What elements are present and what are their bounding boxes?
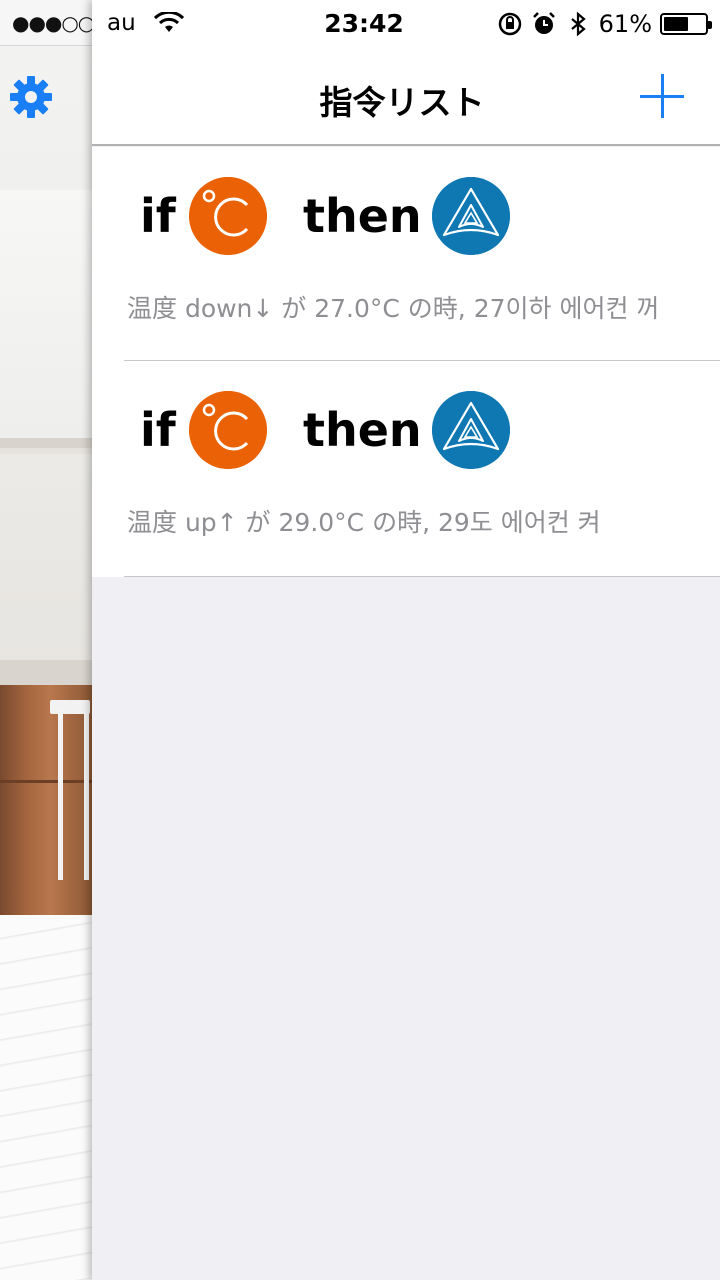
if-label: if bbox=[140, 403, 176, 457]
battery-icon bbox=[660, 13, 712, 35]
background-stool-leg bbox=[58, 710, 63, 880]
status-bar: au 23:42 61% bbox=[92, 0, 720, 46]
background-shelf bbox=[0, 660, 92, 688]
battery-level bbox=[664, 17, 689, 31]
background-status-strip: ●●●○○ bbox=[0, 0, 92, 46]
background-rail-shadow bbox=[0, 448, 92, 454]
then-label: then bbox=[303, 403, 422, 457]
rule-description: 温度 up↑ が 29.0°C の時, 29도 에어컨 켜 bbox=[127, 508, 601, 537]
page-title: 指令リスト bbox=[319, 83, 485, 122]
battery-nub bbox=[708, 21, 712, 29]
rule-list: if then 温度 down↓ が 27.0°C の時, 27이하 에어컨 꺼… bbox=[92, 147, 720, 577]
command-list-panel: au 23:42 61% 指令リスト if then 温度 down↓ が 27… bbox=[92, 0, 720, 1280]
aircon-triangle-icon bbox=[432, 391, 510, 469]
background-floor bbox=[0, 915, 92, 1280]
status-right-group: 61% bbox=[497, 9, 712, 39]
alarm-icon bbox=[532, 12, 555, 34]
navigation-bar: 指令リスト bbox=[92, 46, 720, 146]
signal-strength-icon: ●●●○○ bbox=[12, 11, 92, 35]
background-rail bbox=[0, 438, 92, 448]
rotation-lock-icon bbox=[498, 12, 521, 36]
if-label: if bbox=[140, 189, 176, 243]
temperature-celsius-icon bbox=[189, 177, 267, 255]
background-stool-leg bbox=[84, 710, 89, 880]
background-app: ●●●○○ bbox=[0, 0, 92, 1280]
rule-row[interactable]: if then 温度 up↑ が 29.0°C の時, 29도 에어컨 켜 bbox=[124, 361, 720, 577]
then-label: then bbox=[303, 189, 422, 243]
aircon-triangle-icon bbox=[432, 177, 510, 255]
bluetooth-icon bbox=[570, 11, 586, 37]
battery-percentage: 61% bbox=[598, 10, 652, 38]
background-cabinet bbox=[0, 685, 92, 915]
add-rule-button[interactable] bbox=[640, 74, 686, 120]
gear-icon[interactable] bbox=[8, 74, 54, 120]
rule-row[interactable]: if then 温度 down↓ が 27.0°C の時, 27이하 에어컨 꺼 bbox=[124, 147, 720, 361]
rule-description: 温度 down↓ が 27.0°C の時, 27이하 에어컨 꺼 bbox=[127, 294, 660, 323]
background-cabinet-line bbox=[0, 780, 92, 783]
background-window bbox=[0, 190, 92, 440]
temperature-celsius-icon bbox=[189, 391, 267, 469]
